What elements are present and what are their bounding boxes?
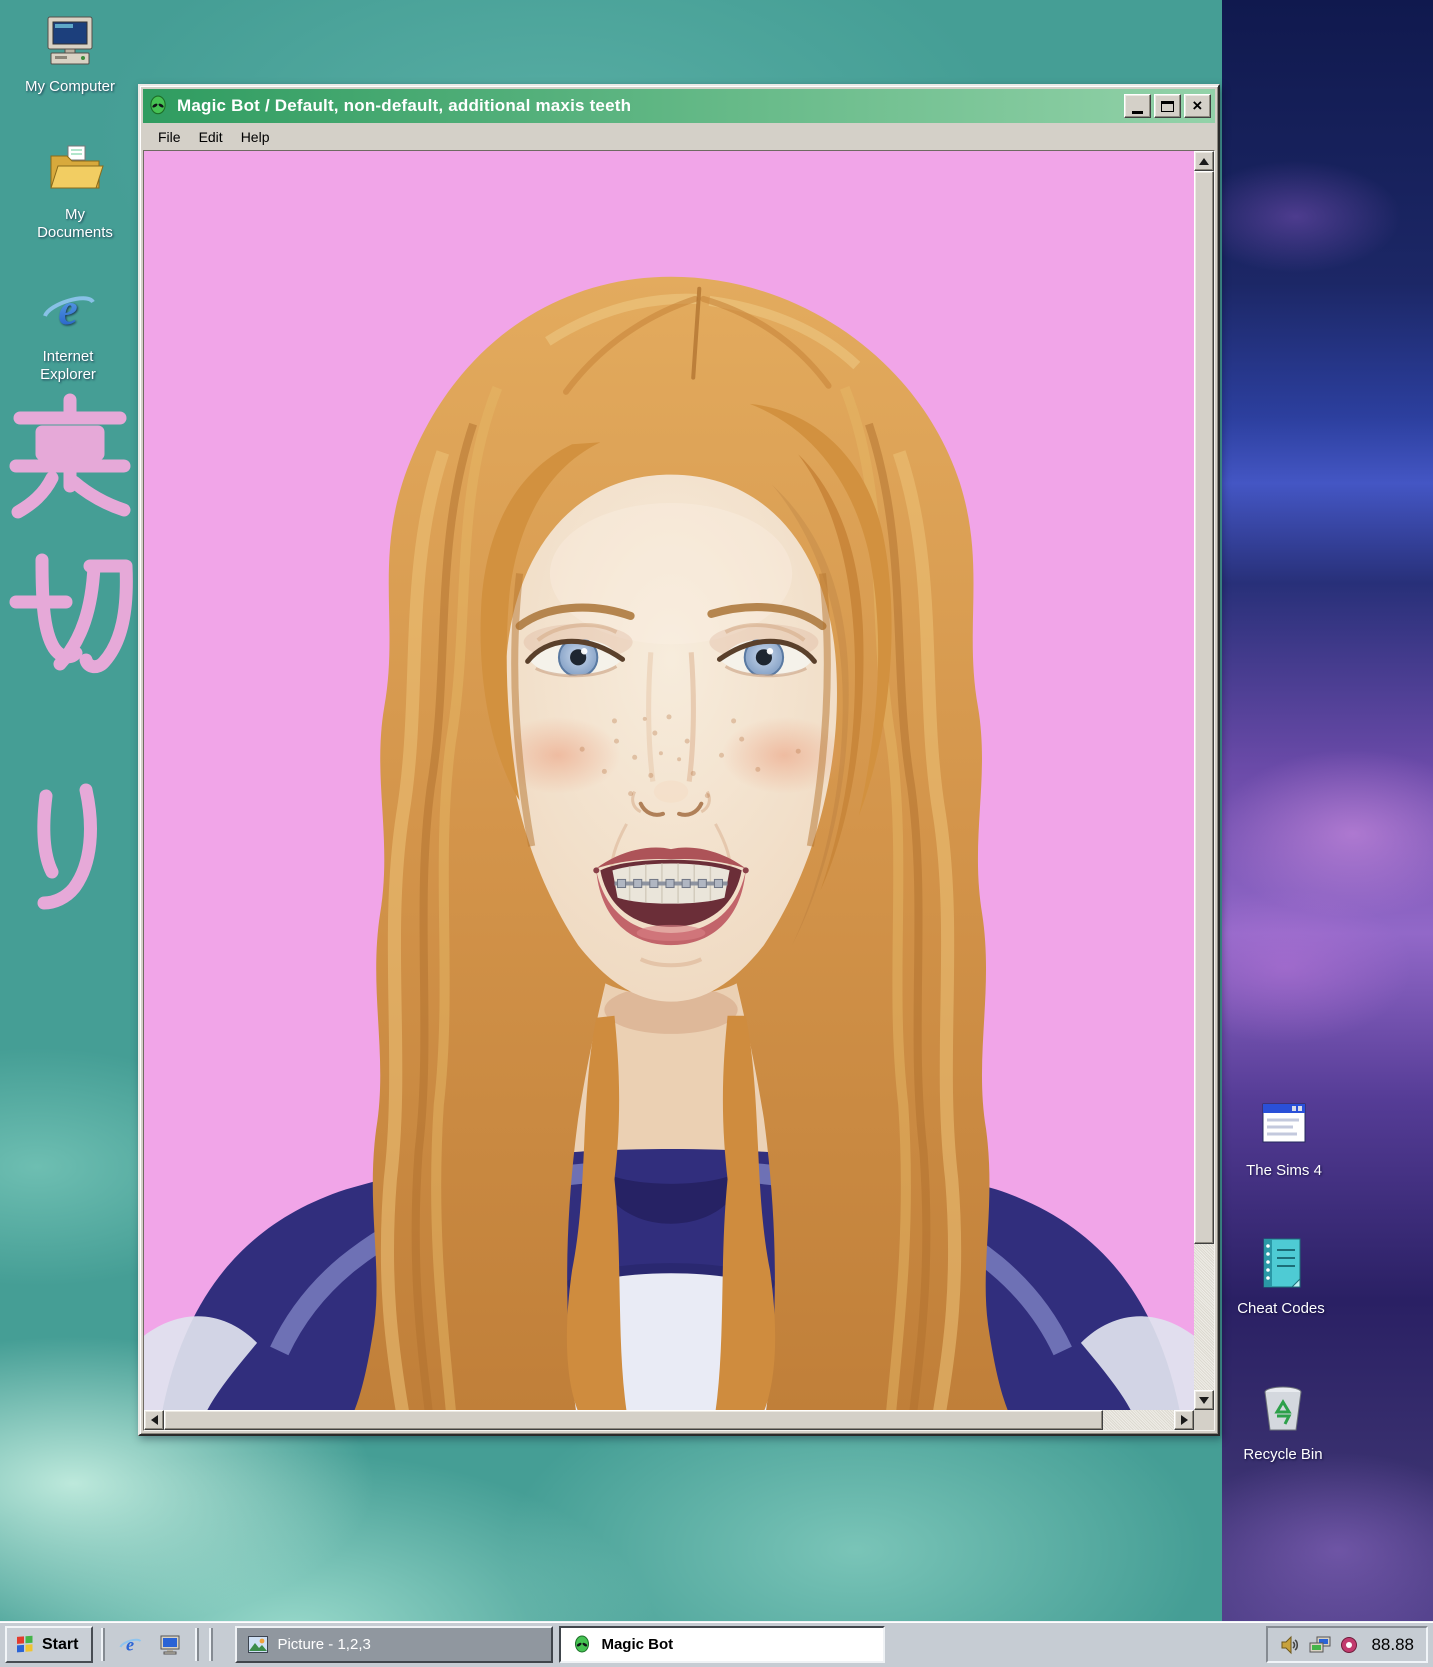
scrollbar-corner [1194, 1410, 1214, 1430]
kanji-ri [44, 790, 91, 903]
desktop-icon-my-documents[interactable]: My Documents [25, 140, 125, 241]
my-computer-icon [41, 12, 99, 70]
start-label: Start [42, 1636, 78, 1654]
vertical-scrollbar[interactable] [1194, 151, 1214, 1410]
scroll-right-button[interactable] [1174, 1410, 1194, 1430]
desktop-icon-internet-explorer[interactable]: e Internet Explorer [18, 282, 118, 383]
sims4-icon [1255, 1096, 1313, 1154]
toolbar-grip[interactable] [209, 1628, 213, 1661]
desktop-icon-label: Cheat Codes [1231, 1300, 1331, 1317]
my-documents-icon [46, 140, 104, 198]
kanji-ura [16, 400, 124, 512]
scroll-up-button[interactable] [1194, 151, 1214, 171]
horizontal-scroll-track[interactable] [164, 1410, 1174, 1430]
minimize-icon [1132, 111, 1143, 114]
minimize-button[interactable] [1124, 94, 1151, 118]
taskbar: Start e Picture - 1,2,3 [0, 1621, 1433, 1667]
desktop-icon [158, 1633, 182, 1657]
window-title: Magic Bot / Default, non-default, additi… [177, 96, 631, 116]
alien-icon [147, 95, 169, 117]
internet-explorer-icon: e [39, 282, 97, 340]
magic-bot-window: Magic Bot / Default, non-default, additi… [138, 84, 1220, 1436]
desktop-icon-the-sims-4[interactable]: The Sims 4 [1234, 1096, 1334, 1180]
desktop-icon-label: Internet Explorer [18, 348, 118, 383]
tray-app-icon[interactable] [1340, 1636, 1358, 1654]
recycle-bin-icon [1254, 1380, 1312, 1438]
close-button[interactable]: × [1184, 94, 1211, 118]
task-button-picture[interactable]: Picture - 1,2,3 [235, 1626, 553, 1663]
vertical-scroll-track[interactable] [1194, 171, 1214, 1390]
kanji-kiri [16, 560, 126, 667]
task-label: Picture - 1,2,3 [277, 1636, 370, 1653]
arrow-right-icon [1181, 1415, 1188, 1425]
cheat-codes-icon [1252, 1234, 1310, 1292]
scroll-left-button[interactable] [144, 1410, 164, 1430]
svg-text:e: e [126, 1634, 134, 1654]
arrow-down-icon [1199, 1397, 1209, 1404]
window-titlebar[interactable]: Magic Bot / Default, non-default, additi… [143, 89, 1215, 123]
horizontal-scrollbar[interactable] [144, 1410, 1194, 1430]
desktop-icon-my-computer[interactable]: My Computer [20, 12, 120, 96]
vertical-scroll-thumb[interactable] [1194, 171, 1214, 1244]
task-label: Magic Bot [601, 1636, 673, 1653]
toolbar-grip[interactable] [101, 1628, 105, 1661]
arrow-up-icon [1199, 158, 1209, 165]
window-client-area [143, 150, 1215, 1431]
desktop-icon-cheat-codes[interactable]: Cheat Codes [1231, 1234, 1331, 1318]
desktop: My Computer My Documents e Internet Expl… [0, 0, 1433, 1667]
task-button-magic-bot[interactable]: Magic Bot [559, 1626, 885, 1663]
windows-flag-icon [15, 1635, 35, 1655]
taskbar-clock: 88.88 [1367, 1635, 1414, 1655]
network-icon[interactable] [1309, 1635, 1331, 1655]
arrow-left-icon [151, 1415, 158, 1425]
close-icon: × [1192, 96, 1202, 116]
system-tray: 88.88 [1266, 1626, 1428, 1663]
maximize-icon [1161, 101, 1174, 112]
internet-explorer-icon: e [118, 1633, 142, 1657]
menu-edit[interactable]: Edit [190, 126, 232, 148]
wallpaper-kanji [6, 392, 138, 952]
horizontal-scroll-thumb[interactable] [164, 1410, 1103, 1430]
quicklaunch-show-desktop[interactable] [153, 1628, 187, 1662]
desktop-icon-label: Recycle Bin [1233, 1446, 1333, 1463]
alien-icon [572, 1635, 592, 1655]
desktop-icon-label: My Documents [25, 206, 125, 241]
menu-help[interactable]: Help [232, 126, 279, 148]
toolbar-grip[interactable] [195, 1628, 199, 1661]
window-menubar: File Edit Help [143, 123, 1215, 150]
desktop-icon-recycle-bin[interactable]: Recycle Bin [1233, 1380, 1333, 1464]
maximize-button[interactable] [1154, 94, 1181, 118]
svg-text:e: e [58, 285, 78, 334]
menu-file[interactable]: File [149, 126, 190, 148]
quicklaunch-internet-explorer[interactable]: e [113, 1628, 147, 1662]
desktop-icon-label: My Computer [20, 78, 120, 95]
portrait-image [144, 151, 1194, 1410]
scroll-down-button[interactable] [1194, 1390, 1214, 1410]
start-button[interactable]: Start [5, 1626, 93, 1663]
volume-icon[interactable] [1280, 1635, 1300, 1655]
picture-icon [248, 1636, 268, 1653]
desktop-icon-label: The Sims 4 [1234, 1162, 1334, 1179]
